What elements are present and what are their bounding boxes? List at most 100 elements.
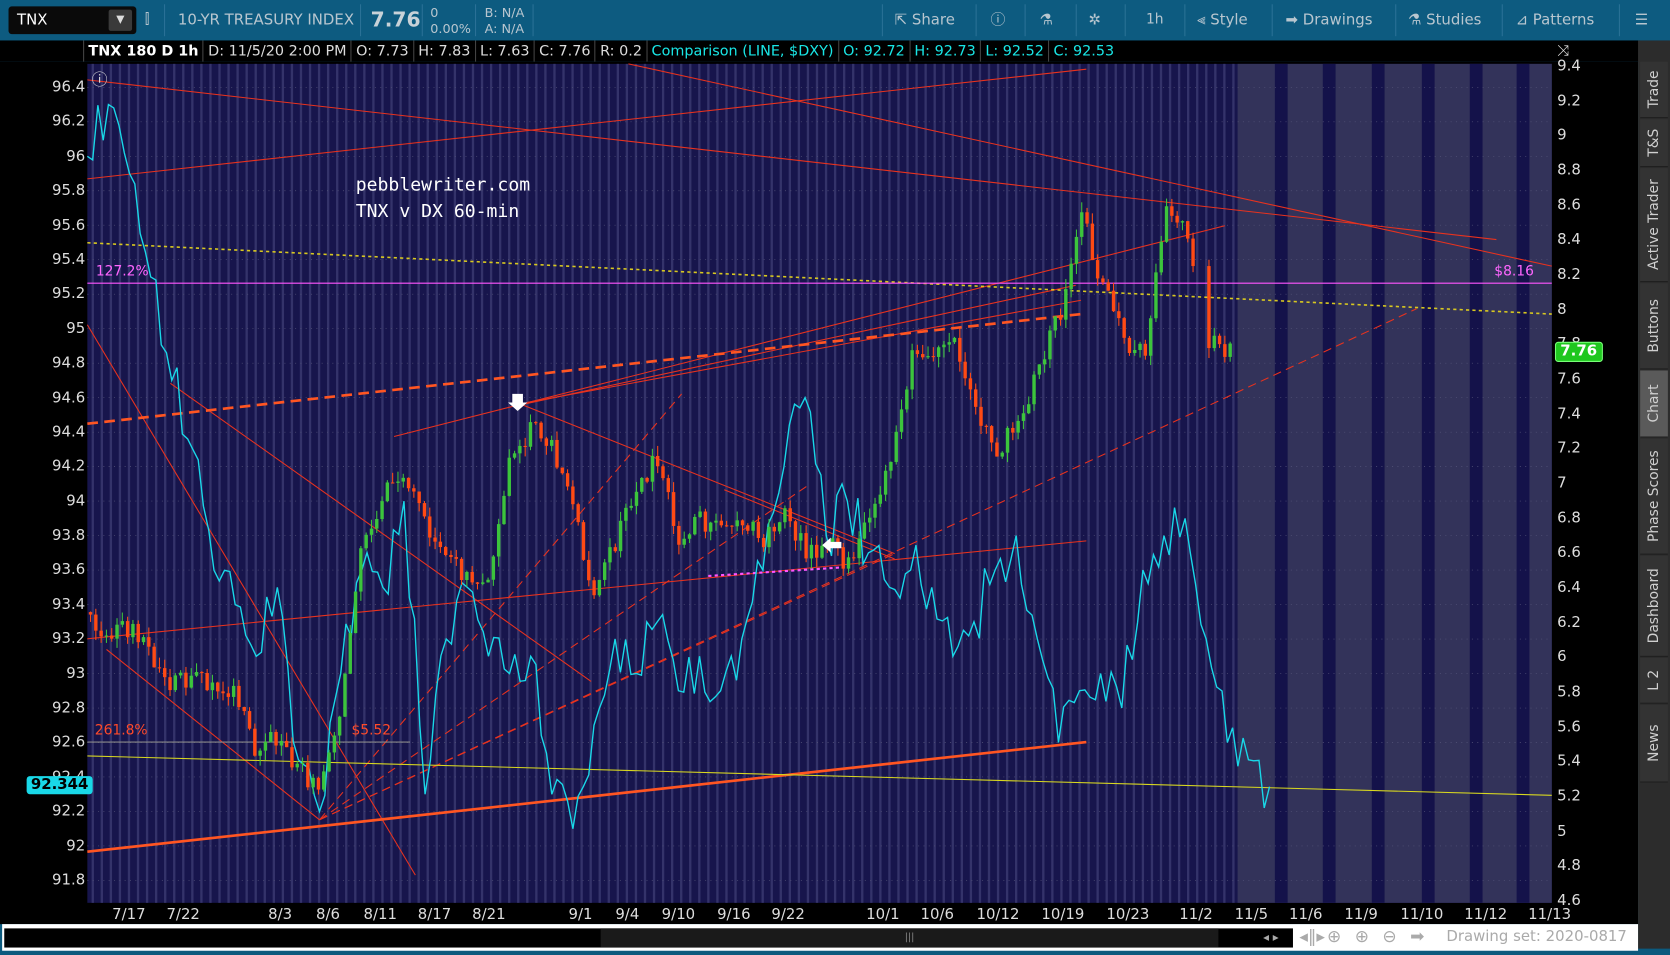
tab-level2[interactable]: L 2 <box>1640 657 1668 704</box>
candle-body <box>110 635 114 639</box>
candle-body <box>465 571 469 581</box>
arrow-right-icon[interactable]: ➡ <box>1410 926 1424 946</box>
tab-chart[interactable]: Chart <box>1640 370 1668 438</box>
scrollbar-thumb[interactable]: ||| <box>600 928 1219 948</box>
session-divider <box>553 63 556 903</box>
x-axis-tick: 9/22 <box>771 906 805 924</box>
candle-body <box>746 525 750 531</box>
tab-active-trader[interactable]: Active Trader <box>1640 168 1668 283</box>
candle-body <box>496 524 501 557</box>
scroll-left-icon[interactable]: ◂ ▸ <box>1263 931 1278 945</box>
session-divider <box>227 63 230 903</box>
candle-body <box>724 525 729 527</box>
drawing-set-label[interactable]: Drawing set: 2020-0817 <box>1446 928 1627 945</box>
left-axis-tick: 92.8 <box>52 699 86 717</box>
candle-body <box>698 511 702 517</box>
session-divider <box>797 63 801 903</box>
tab-news[interactable]: News <box>1640 704 1668 783</box>
candle-body <box>1138 343 1142 351</box>
alert-info-icon[interactable]: ⓘ <box>92 68 108 90</box>
session-divider <box>743 63 746 903</box>
candle-body <box>608 547 612 563</box>
candle-body <box>390 482 395 484</box>
tab-buttons[interactable]: Buttons <box>1640 283 1668 370</box>
tab-time-and-sales[interactable]: T&S <box>1640 119 1668 168</box>
horizontal-scrollbar[interactable]: ||| <box>4 928 1293 948</box>
candle-body <box>624 507 628 521</box>
candle-body <box>809 544 814 559</box>
candle-body <box>1080 212 1084 237</box>
tab-dashboard[interactable]: Dashboard <box>1640 555 1668 657</box>
candle-body <box>88 612 93 615</box>
right-axis-tick: 5.8 <box>1557 683 1581 701</box>
tab-trade[interactable]: Trade <box>1640 61 1668 119</box>
left-axis-tick: 94.4 <box>52 423 86 441</box>
x-axis-tick: 11/5 <box>1234 906 1269 924</box>
candle-body <box>1037 364 1042 375</box>
session-divider <box>290 63 294 903</box>
right-axis-tick: 5 <box>1557 822 1567 840</box>
zoom-out-icon[interactable]: ⊖ <box>1382 926 1396 946</box>
candle-body <box>433 537 437 542</box>
candle-body <box>915 350 920 355</box>
candle-body <box>438 541 443 548</box>
candle-body <box>655 455 660 467</box>
candle-body <box>1048 330 1052 360</box>
candle-body <box>327 752 331 772</box>
session-divider <box>1159 63 1163 903</box>
tab-phase-scores[interactable]: Phase Scores <box>1640 438 1668 555</box>
session-divider <box>254 63 257 903</box>
session-divider <box>1096 63 1099 903</box>
candle-body <box>1095 260 1100 279</box>
candle-body <box>984 425 989 427</box>
candle-body <box>311 777 315 788</box>
overnight-band <box>1421 63 1435 903</box>
candle-body <box>793 521 798 541</box>
session-divider <box>1123 63 1126 903</box>
session-divider <box>824 63 828 903</box>
candle-body <box>719 520 724 526</box>
left-axis-tick: 96.2 <box>52 113 86 131</box>
candle-body <box>1027 404 1031 414</box>
candle-body <box>868 517 872 523</box>
candle-body <box>353 591 358 634</box>
session-divider <box>1014 63 1018 903</box>
x-axis-tick: 10/23 <box>1106 906 1150 924</box>
autoscale-icon[interactable]: ⤨ <box>1557 43 1569 60</box>
price-chart[interactable] <box>0 0 1670 955</box>
candle-body <box>481 582 485 584</box>
left-axis-tick: 92 <box>66 837 86 855</box>
crosshair-icon[interactable]: ⊕ <box>1327 926 1341 946</box>
candle-body <box>677 525 681 545</box>
candle-body <box>279 740 284 746</box>
session-divider <box>281 63 285 903</box>
candle-body <box>1148 318 1153 356</box>
left-axis-tick: 95 <box>66 320 86 338</box>
left-axis-tick: 95.2 <box>52 285 86 303</box>
watermark-title: TNX v DX 60-min <box>355 201 520 223</box>
candle-body <box>247 711 252 729</box>
x-axis-tick: 10/6 <box>920 906 954 924</box>
candle-body <box>322 771 326 790</box>
candle-body <box>115 624 119 639</box>
session-divider <box>951 63 954 903</box>
session-divider <box>616 63 620 903</box>
dxy-last-badge: 92.344 <box>26 776 93 795</box>
candle-body <box>449 555 453 558</box>
candle-body <box>640 478 644 492</box>
x-axis-tick: 7/22 <box>166 906 200 924</box>
candle-body <box>618 520 623 552</box>
candle-body <box>772 526 777 532</box>
session-divider <box>109 63 113 903</box>
zoom-in-icon[interactable]: ⊕ <box>1355 926 1369 946</box>
candle-body <box>735 520 739 527</box>
pan-icon[interactable]: ◂‖▸ <box>1299 926 1325 946</box>
candle-body <box>629 505 633 508</box>
candle-body <box>671 492 676 526</box>
x-axis-tick: 9/4 <box>615 906 640 924</box>
candle-body <box>873 503 877 518</box>
candle-body <box>306 762 310 788</box>
candle-body <box>968 378 973 390</box>
candle-body <box>1180 221 1185 223</box>
candle-body <box>799 533 803 541</box>
